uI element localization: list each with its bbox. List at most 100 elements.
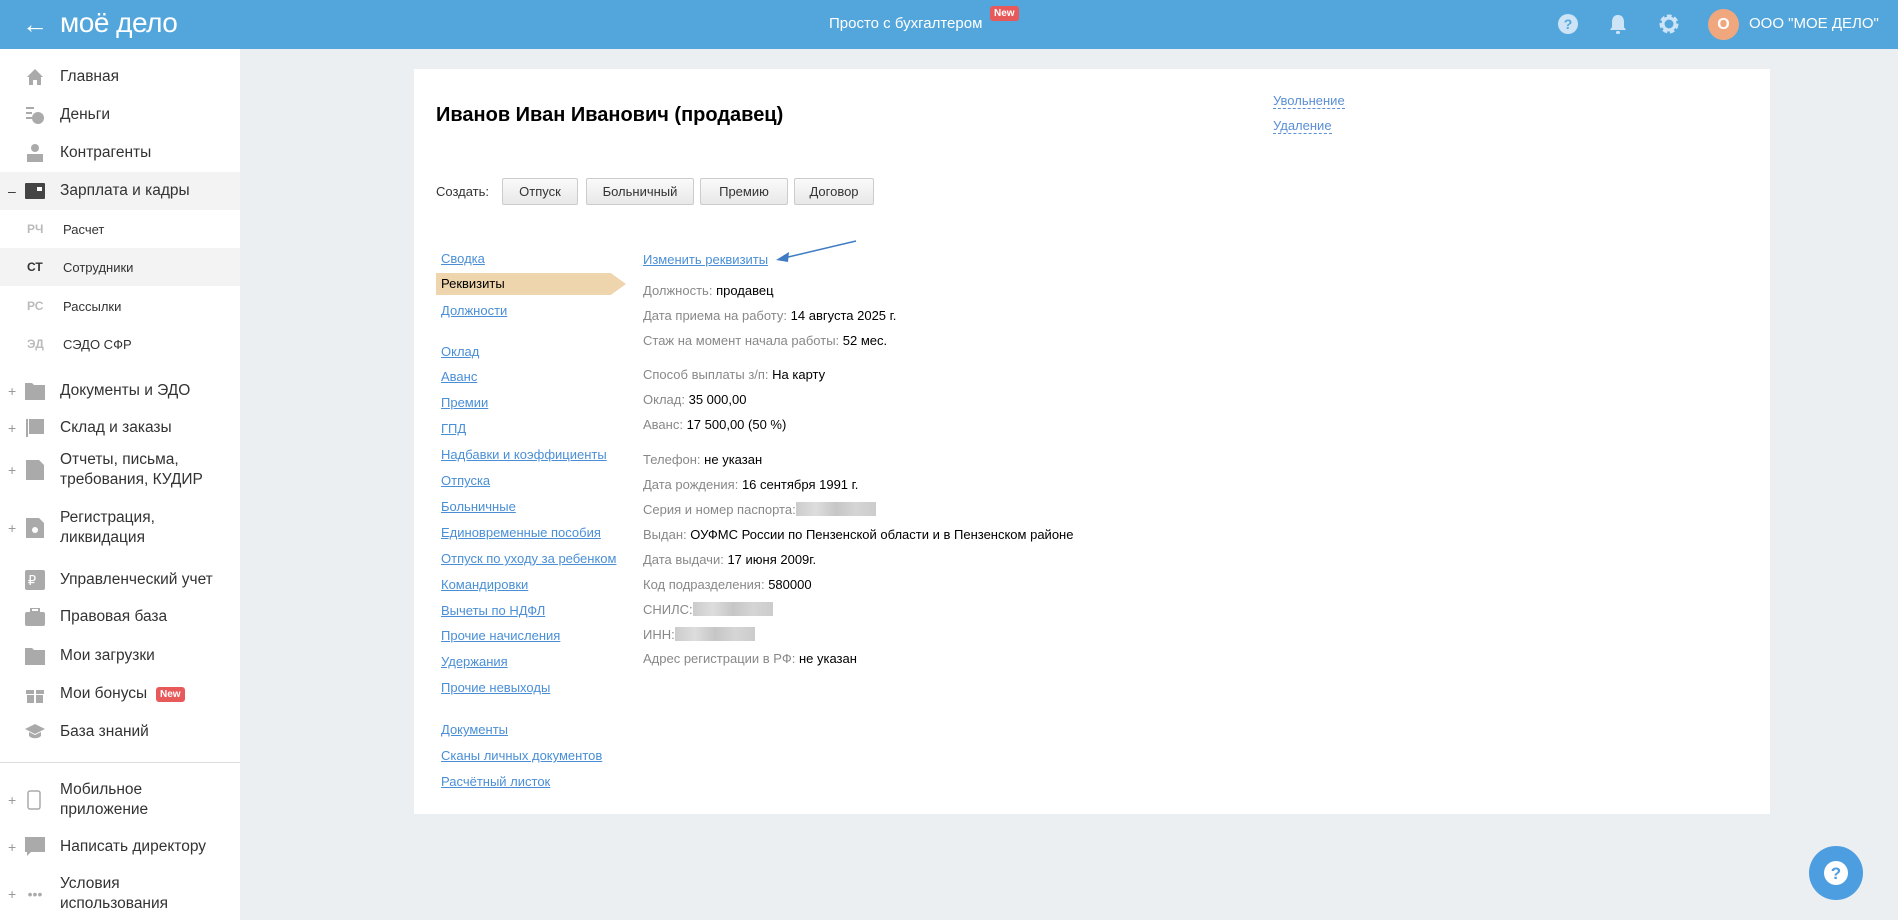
sidebar-item-label: Контрагенты — [60, 144, 152, 161]
nav-item[interactable]: Прочие начисления — [441, 628, 560, 643]
gear-icon[interactable] — [1657, 12, 1681, 36]
nav-item[interactable]: Отпуска — [441, 473, 490, 488]
create-vacation-button[interactable]: Отпуск — [502, 178, 578, 205]
nav-item[interactable]: Удержания — [441, 654, 508, 669]
detail-row: Стаж на момент начала работы: 52 мес. — [643, 333, 887, 348]
detail-label: Код подразделения: — [643, 577, 765, 592]
detail-row: Адрес регистрации в РФ: не указан — [643, 651, 857, 666]
nav-positions[interactable]: Должности — [441, 303, 507, 318]
avatar[interactable]: О — [1708, 9, 1739, 40]
sidebar-item-salary[interactable]: – Зарплата и кадры — [0, 172, 240, 210]
sidebar-item-warehouse[interactable]: + Склад и заказы — [0, 416, 240, 440]
detail-label: Оклад: — [643, 392, 685, 407]
sidebar-item-money[interactable]: Деньги — [0, 103, 240, 127]
detail-row: ИНН: — [643, 627, 755, 642]
home-icon — [25, 67, 45, 87]
nav-item[interactable]: Больничные — [441, 499, 516, 514]
help-chat-button[interactable]: ? — [1809, 846, 1863, 900]
contractor-icon — [25, 143, 45, 163]
expand-icon[interactable]: + — [8, 462, 16, 478]
accountant-service-link[interactable]: Просто с бухгалтером — [829, 15, 982, 32]
detail-label: Стаж на момент начала работы: — [643, 333, 840, 348]
expand-icon[interactable]: + — [8, 383, 16, 399]
sidebar-subitem-calc[interactable]: РЧ Расчет — [0, 210, 240, 248]
detail-row: Дата рождения: 16 сентября 1991 г. — [643, 477, 858, 492]
nav-item[interactable]: Премии — [441, 395, 488, 410]
sidebar-item-management[interactable]: ₽ Управленческий учет — [0, 568, 240, 592]
expand-icon[interactable]: + — [8, 420, 16, 436]
edit-requisites-link[interactable]: Изменить реквизиты — [643, 252, 768, 267]
detail-value: 17 июня 2009г. — [727, 552, 817, 567]
ruble-chart-icon: ₽ — [25, 570, 45, 590]
detail-value: 16 сентября 1991 г. — [741, 477, 859, 492]
logo[interactable]: моё дело — [60, 6, 178, 40]
sidebar-divider — [0, 762, 240, 763]
sidebar-item-label: База знаний — [60, 723, 149, 740]
nav-requisites-active[interactable]: Реквизиты — [436, 273, 626, 295]
expand-icon[interactable]: + — [8, 886, 16, 902]
detail-value: продавец — [716, 283, 774, 298]
detail-label: Адрес регистрации в РФ: — [643, 651, 796, 666]
detail-label: Аванс: — [643, 417, 683, 432]
sidebar-item-bonuses[interactable]: Мои бонусы New — [0, 682, 240, 706]
sidebar-item-registration[interactable]: + Регистрация, ликвидация — [0, 507, 240, 549]
sidebar-subitem-mailings[interactable]: РС Рассылки — [0, 287, 240, 325]
sidebar-item-home[interactable]: Главная — [0, 65, 240, 89]
new-badge: New — [990, 6, 1019, 21]
report-icon — [25, 460, 45, 480]
nav-item[interactable]: Сканы личных документов — [441, 748, 602, 763]
nav-summary[interactable]: Сводка — [441, 251, 485, 266]
nav-item[interactable]: Надбавки и коэффициенты — [441, 447, 607, 462]
detail-value: 17 500,00 (50 %) — [686, 417, 787, 432]
sidebar-subitem-sedo[interactable]: ЭД СЭДО СФР — [0, 325, 240, 363]
annotation-arrow-icon — [776, 240, 857, 262]
nav-item[interactable]: ГПД — [441, 421, 466, 436]
arrow-left-icon[interactable]: ← — [22, 9, 48, 39]
sidebar-item-reports[interactable]: + Отчеты, письма, требования, КУДИР — [0, 449, 240, 491]
expand-icon[interactable]: + — [8, 839, 16, 855]
help-icon[interactable]: ? — [1556, 12, 1580, 36]
sidebar-item-contractors[interactable]: Контрагенты — [0, 141, 240, 165]
nav-item[interactable]: Прочие невыходы — [441, 680, 550, 695]
expand-icon[interactable]: + — [8, 520, 16, 536]
detail-label: Выдан: — [643, 527, 687, 542]
nav-item[interactable]: Вычеты по НДФЛ — [441, 603, 545, 618]
redacted-value — [692, 602, 773, 616]
sidebar-subitem-employees[interactable]: СТ Сотрудники — [0, 248, 240, 286]
nav-item[interactable]: Расчётный листок — [441, 774, 550, 789]
sidebar-item-label: Мобильное приложение — [60, 781, 149, 818]
sidebar-item-label: Написать директору — [60, 838, 207, 855]
folder-icon — [25, 381, 45, 401]
sidebar-item-label: Регистрация, ликвидация — [60, 509, 155, 546]
create-bonus-button[interactable]: Премию — [700, 178, 788, 205]
sidebar-item-knowledge[interactable]: База знаний — [0, 720, 240, 744]
sidebar-item-label: Управленческий учет — [60, 571, 213, 588]
collapse-icon[interactable]: – — [8, 183, 16, 199]
sidebar-item-terms[interactable]: + ••• Условия использования — [0, 873, 240, 915]
create-sick-leave-button[interactable]: Больничный — [586, 178, 694, 205]
svg-text:?: ? — [1564, 16, 1573, 32]
nav-item[interactable]: Единовременные пособия — [441, 525, 601, 540]
sidebar-item-mobile-app[interactable]: + Мобильное приложение — [0, 779, 240, 821]
detail-row: Аванс: 17 500,00 (50 %) — [643, 417, 786, 432]
subitem-label: Сотрудники — [63, 259, 134, 275]
detail-row: СНИЛС: — [643, 602, 773, 617]
sidebar-item-documents[interactable]: + Документы и ЭДО — [0, 379, 240, 403]
expand-icon[interactable]: + — [8, 792, 16, 808]
bell-icon[interactable] — [1606, 12, 1630, 36]
organization-name[interactable]: ООО "МОЕ ДЕЛО" — [1749, 15, 1879, 32]
nav-item[interactable]: Аванс — [441, 369, 477, 384]
detail-label: Способ выплаты з/п: — [643, 367, 769, 382]
dismiss-link[interactable]: Увольнение — [1273, 93, 1345, 109]
nav-item[interactable]: Командировки — [441, 577, 528, 592]
nav-item[interactable]: Документы — [441, 722, 508, 737]
sidebar-item-label: Деньги — [60, 106, 111, 123]
create-contract-button[interactable]: Договор — [794, 178, 874, 205]
delete-link[interactable]: Удаление — [1273, 118, 1332, 134]
nav-item[interactable]: Оклад — [441, 344, 479, 359]
sidebar-item-downloads[interactable]: Мои загрузки — [0, 644, 240, 668]
more-dots-icon: ••• — [27, 886, 43, 902]
sidebar-item-write-director[interactable]: + Написать директору — [0, 835, 240, 859]
nav-item[interactable]: Отпуск по уходу за ребенком — [441, 551, 616, 566]
sidebar-item-legal[interactable]: Правовая база — [0, 605, 240, 629]
